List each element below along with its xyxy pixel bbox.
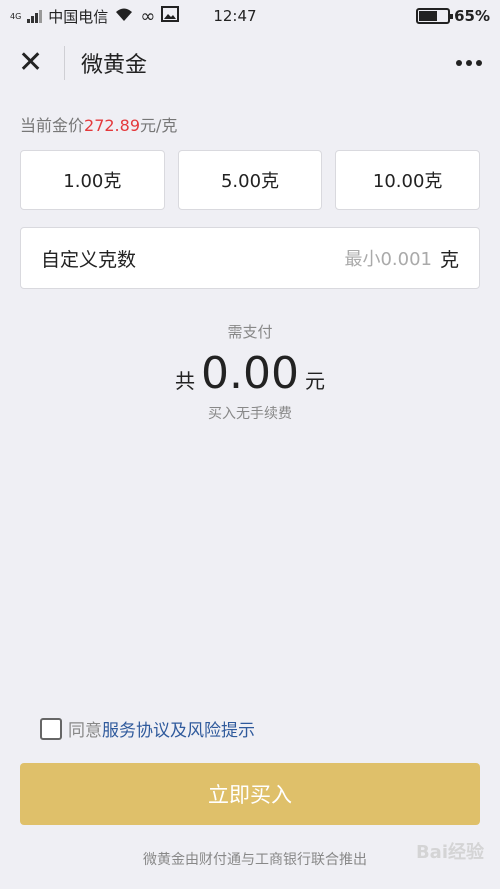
need-pay-label: 需支付	[227, 323, 273, 341]
agreement-row: 同意 服务协议及风险提示	[40, 716, 255, 741]
page-title: 微黄金	[81, 53, 148, 78]
agreement-prefix: 同意	[68, 721, 102, 741]
price-unit: 元/克	[140, 116, 178, 135]
custom-grams-label: 自定义克数	[41, 248, 137, 271]
clock: 12:47	[213, 7, 257, 25]
battery-percent: 65%	[454, 7, 490, 25]
gold-price-line: 当前金价272.89元/克	[0, 94, 500, 136]
status-left: 4G 中国电信 ∞	[10, 5, 180, 27]
status-right: 65%	[416, 7, 490, 25]
close-icon[interactable]: ✕	[18, 48, 50, 78]
payment-summary: 需支付 共 0.00 元 买入无手续费	[0, 321, 500, 423]
agreement-link[interactable]: 服务协议及风险提示	[102, 716, 255, 741]
network-type: 4G	[10, 11, 22, 21]
image-icon	[161, 6, 180, 26]
nav-divider	[64, 46, 65, 80]
amount-options: 1.00克 5.00克 10.00克	[0, 136, 500, 210]
battery-icon	[416, 8, 454, 24]
amount-value: 0.00	[201, 348, 299, 399]
agreement-checkbox[interactable]	[40, 717, 62, 740]
more-icon[interactable]	[456, 60, 482, 66]
custom-grams-placeholder: 最小0.001	[344, 249, 432, 270]
watermark: Bai经验	[415, 842, 484, 863]
total-prefix: 共	[175, 369, 196, 393]
signal-icon	[27, 9, 43, 23]
option-10g-button[interactable]: 10.00克	[335, 150, 481, 210]
infinity-icon: ∞	[140, 5, 156, 27]
total-amount: 共 0.00 元	[0, 348, 500, 399]
price-prefix: 当前金价	[20, 116, 85, 135]
wifi-icon	[114, 6, 134, 26]
option-1g-button[interactable]: 1.00克	[20, 150, 165, 210]
buy-now-button[interactable]: 立即买入	[20, 763, 480, 825]
carrier-name: 中国电信	[48, 7, 109, 26]
status-bar: 4G 中国电信 ∞ 12:47 65%	[0, 0, 500, 32]
option-5g-button[interactable]: 5.00克	[177, 150, 323, 210]
custom-grams-input[interactable]: 自定义克数 最小0.001 克	[20, 227, 480, 289]
price-value: 272.89	[84, 116, 140, 135]
nav-bar: ✕ 微黄金	[0, 32, 500, 94]
custom-grams-unit: 克	[439, 248, 459, 271]
currency-unit: 元	[304, 369, 325, 393]
fee-note: 买入无手续费	[208, 406, 292, 422]
